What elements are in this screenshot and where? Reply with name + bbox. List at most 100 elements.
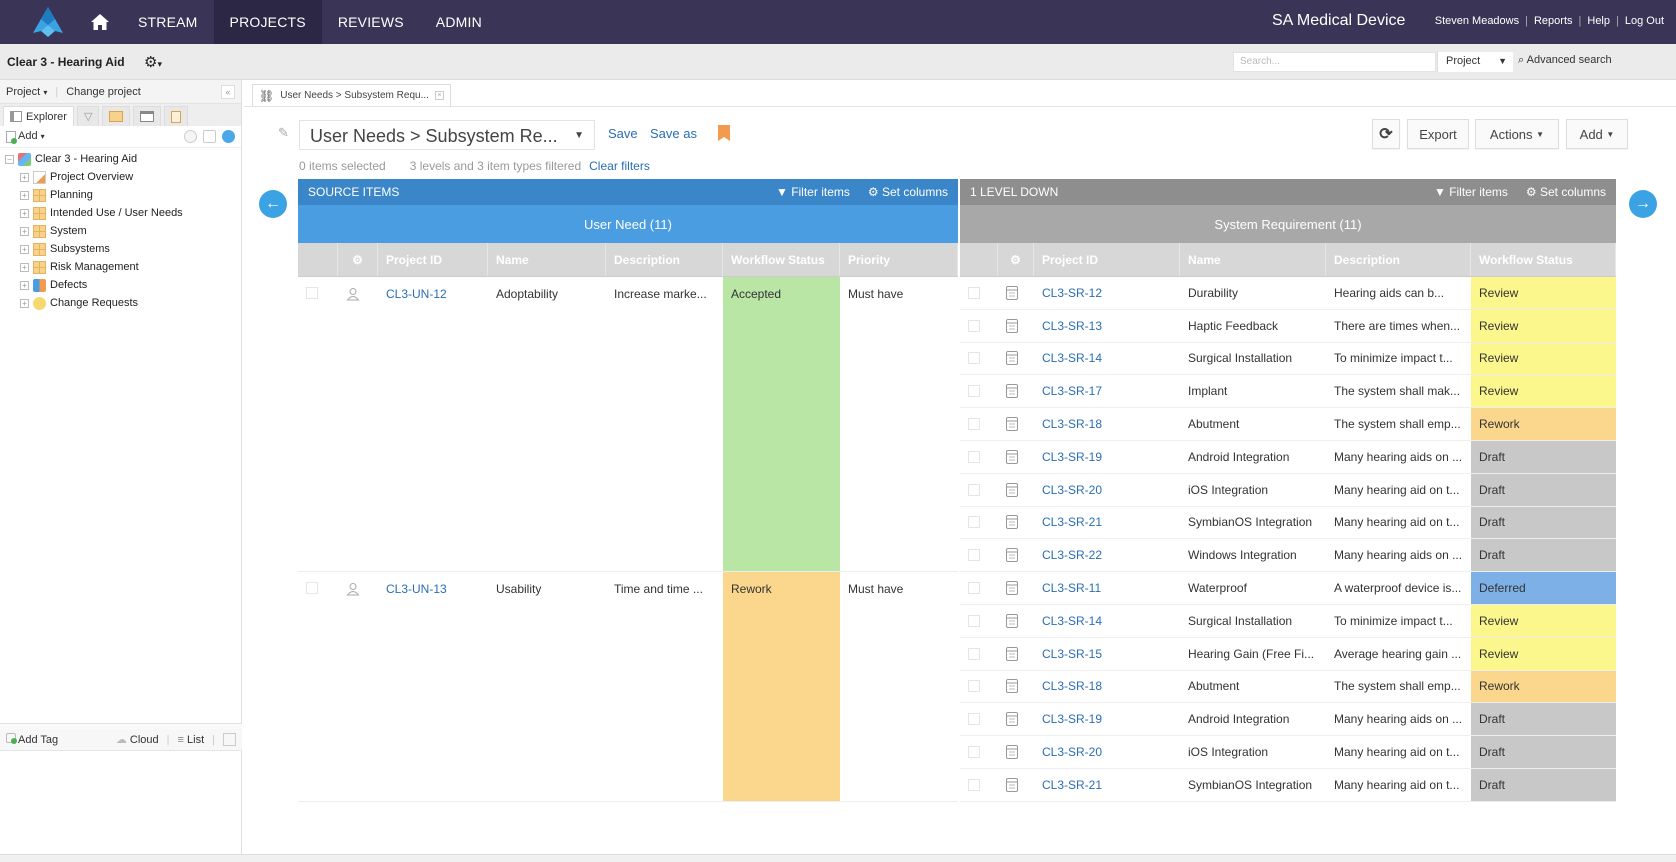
project-id-link-text[interactable]: CL3-SR-22 <box>1042 548 1102 562</box>
project-id-link[interactable]: CL3-UN-13 <box>378 572 488 801</box>
project-id-link-text[interactable]: CL3-SR-14 <box>1042 351 1102 365</box>
project-id-link[interactable]: CL3-SR-15 <box>1034 638 1180 670</box>
project-id-link-text[interactable]: CL3-SR-11 <box>1042 581 1101 595</box>
project-settings-button[interactable]: ⚙▾ <box>144 53 162 71</box>
tree-item[interactable]: + Planning <box>0 186 241 204</box>
tree-root[interactable]: − Clear 3 - Hearing Aid <box>0 150 241 168</box>
column-header-workflow-status[interactable]: Workflow Status <box>1471 243 1616 276</box>
doc-tab-trace-view[interactable]: ⛓ User Needs > Subsystem Requ... × <box>252 84 451 106</box>
tree-item[interactable]: + Subsystems <box>0 240 241 258</box>
row-checkbox[interactable] <box>960 408 998 440</box>
project-id-link[interactable]: CL3-SR-14 <box>1034 343 1180 375</box>
row-checkbox[interactable] <box>960 277 998 309</box>
project-id-link-text[interactable]: CL3-SR-21 <box>1042 515 1102 529</box>
nav-stream[interactable]: STREAM <box>122 0 214 44</box>
add-item-button[interactable]: Add ▾ <box>6 130 45 144</box>
row-checkbox[interactable] <box>960 474 998 506</box>
project-id-link[interactable]: CL3-SR-20 <box>1034 474 1180 506</box>
project-id-link-text[interactable]: CL3-SR-18 <box>1042 679 1102 693</box>
row-checkbox[interactable] <box>960 605 998 637</box>
target-table-row[interactable]: CL3-SR-11 Waterproof A waterproof device i… <box>960 572 1616 605</box>
tab-grid[interactable] <box>102 106 131 126</box>
target-table-row[interactable]: CL3-SR-18 Abutment The system shall emp...… <box>960 408 1616 441</box>
target-table-row[interactable]: CL3-SR-17 Implant The system shall mak... R… <box>960 375 1616 409</box>
search-scope-select[interactable]: Project ▼ <box>1437 52 1513 72</box>
project-menu-button[interactable]: Project ▾ <box>6 86 47 98</box>
list-view-button[interactable]: ≡ List <box>178 734 205 746</box>
tree-item[interactable]: + Change Requests <box>0 294 241 312</box>
home-icon[interactable] <box>78 0 122 44</box>
navigate-up-level-button[interactable]: ← <box>259 190 287 218</box>
target-table-row[interactable]: CL3-SR-14 Surgical Installation To minimiz… <box>960 604 1616 638</box>
project-id-link-text[interactable]: CL3-UN-13 <box>386 582 447 596</box>
project-id-link-text[interactable]: CL3-SR-19 <box>1042 450 1102 464</box>
expand-toggle-icon[interactable]: + <box>20 172 29 182</box>
project-id-link[interactable]: CL3-SR-17 <box>1034 375 1180 407</box>
add-tag-button[interactable]: Add Tag <box>6 733 58 746</box>
settings-icon[interactable] <box>184 130 197 143</box>
project-id-link[interactable]: CL3-SR-14 <box>1034 605 1180 637</box>
source-filter-items-button[interactable]: ▼ Filter items <box>776 185 850 199</box>
project-id-link-text[interactable]: CL3-SR-21 <box>1042 778 1102 792</box>
target-table-row[interactable]: CL3-SR-18 Abutment The system shall emp...… <box>960 670 1616 704</box>
project-id-link-text[interactable]: CL3-SR-18 <box>1042 417 1102 431</box>
project-id-link[interactable]: CL3-SR-13 <box>1034 310 1180 342</box>
actions-button[interactable]: Actions ▼ <box>1475 119 1559 149</box>
column-header-priority[interactable]: Priority <box>840 243 958 276</box>
edit-pencil-icon[interactable]: ✎ <box>278 125 289 141</box>
nav-admin[interactable]: ADMIN <box>420 0 498 44</box>
tab-window[interactable] <box>133 106 162 126</box>
tree-item[interactable]: + Defects <box>0 276 241 294</box>
collapse-toggle-icon[interactable]: − <box>5 154 14 164</box>
project-id-link-text[interactable]: CL3-SR-12 <box>1042 286 1102 300</box>
select-all-column[interactable] <box>298 243 338 276</box>
row-checkbox[interactable] <box>960 507 998 539</box>
project-id-link[interactable]: CL3-SR-21 <box>1034 507 1180 539</box>
project-id-link[interactable]: CL3-SR-19 <box>1034 703 1180 735</box>
expand-toggle-icon[interactable]: + <box>20 226 29 236</box>
cloud-view-button[interactable]: ☁ Cloud <box>116 733 159 746</box>
search-input[interactable]: Search... <box>1233 52 1436 72</box>
tree-item[interactable]: + Intended Use / User Needs <box>0 204 241 222</box>
advanced-search-link[interactable]: ⌕ Advanced search <box>1518 54 1612 67</box>
tab-filter[interactable]: ▽ <box>76 106 100 126</box>
navigate-down-level-button[interactable]: → <box>1629 190 1657 218</box>
row-checkbox[interactable] <box>298 572 338 801</box>
row-checkbox[interactable] <box>960 736 998 768</box>
target-table-row[interactable]: CL3-SR-15 Hearing Gain (Free Fi... Average… <box>960 637 1616 671</box>
project-id-link[interactable]: CL3-SR-18 <box>1034 408 1180 440</box>
view-select[interactable]: User Needs > Subsystem Re... ▼ <box>299 120 595 150</box>
project-id-link-text[interactable]: CL3-SR-15 <box>1042 647 1102 661</box>
nav-reviews[interactable]: REVIEWS <box>322 0 420 44</box>
logout-link[interactable]: Log Out <box>1625 15 1664 27</box>
project-id-link-text[interactable]: CL3-SR-20 <box>1042 483 1102 497</box>
project-id-link[interactable]: CL3-SR-19 <box>1034 441 1180 473</box>
row-checkbox[interactable] <box>960 539 998 571</box>
column-header-name[interactable]: Name <box>488 243 606 276</box>
source-table-row[interactable]: CL3-UN-12 Adoptability Increase marke... Ac… <box>298 277 958 573</box>
target-table-row[interactable]: CL3-SR-20 iOS Integration Many hearing aid… <box>960 473 1616 507</box>
column-settings-icon[interactable]: ⚙ <box>338 243 378 276</box>
project-id-link[interactable]: CL3-SR-22 <box>1034 539 1180 571</box>
row-checkbox[interactable] <box>960 638 998 670</box>
sync-icon[interactable] <box>203 130 216 143</box>
row-checkbox[interactable] <box>960 375 998 407</box>
tab-explorer[interactable]: Explorer <box>3 106 74 126</box>
project-id-link[interactable]: CL3-SR-18 <box>1034 671 1180 703</box>
refresh-button[interactable]: ⟳ <box>1372 119 1400 149</box>
row-checkbox[interactable] <box>960 343 998 375</box>
target-table-row[interactable]: CL3-SR-13 Haptic Feedback There are times … <box>960 309 1616 343</box>
source-set-columns-button[interactable]: ⚙ Set columns <box>868 185 948 199</box>
save-link[interactable]: Save <box>608 126 638 141</box>
row-checkbox[interactable] <box>960 310 998 342</box>
target-table-row[interactable]: CL3-SR-21 SymbianOS Integration Many heari… <box>960 768 1616 802</box>
select-all-column[interactable] <box>960 243 998 276</box>
project-id-link-text[interactable]: CL3-SR-13 <box>1042 319 1102 333</box>
column-header-name[interactable]: Name <box>1180 243 1326 276</box>
target-table-row[interactable]: CL3-SR-21 SymbianOS Integration Many heari… <box>960 506 1616 540</box>
target-table-row[interactable]: CL3-SR-20 iOS Integration Many hearing aid… <box>960 736 1616 769</box>
project-id-link-text[interactable]: CL3-SR-14 <box>1042 614 1102 628</box>
save-as-link[interactable]: Save as <box>650 126 697 141</box>
target-table-row[interactable]: CL3-SR-19 Android Integration Many hearing… <box>960 440 1616 474</box>
target-filter-items-button[interactable]: ▼ Filter items <box>1434 185 1508 199</box>
